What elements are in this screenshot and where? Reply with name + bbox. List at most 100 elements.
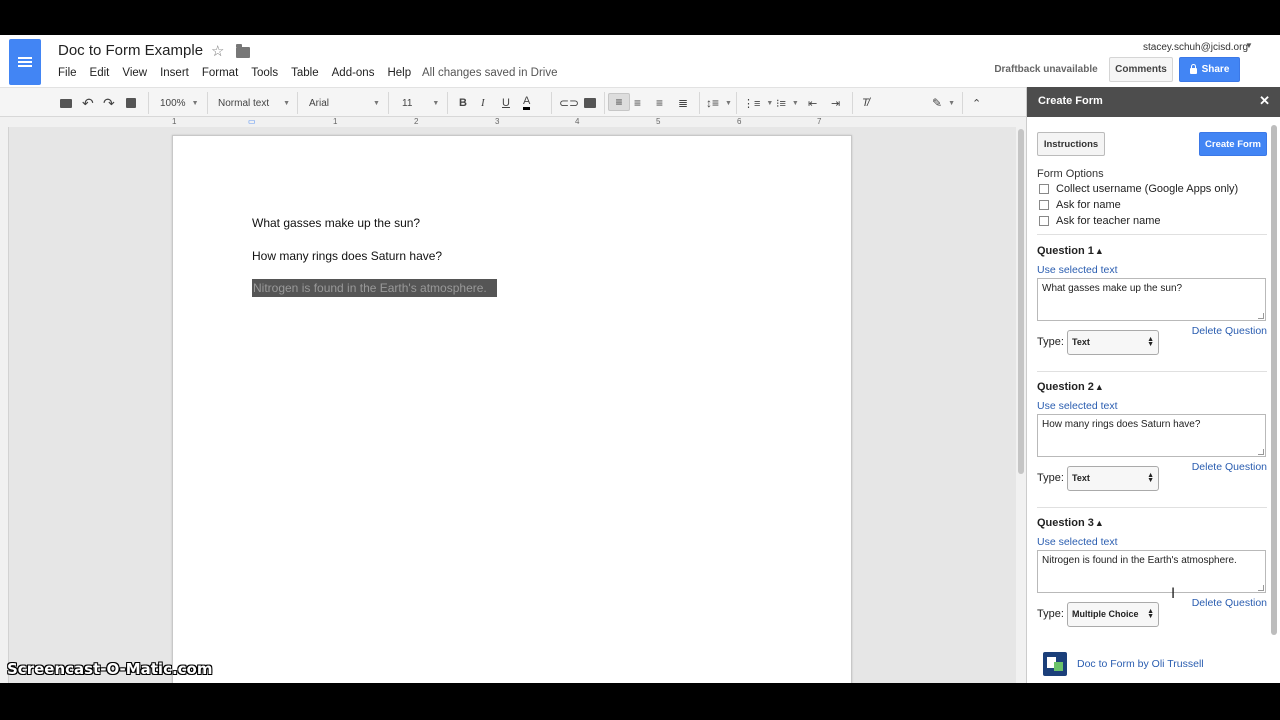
addon-logo-icon (1043, 652, 1067, 676)
menu-insert[interactable]: Insert (160, 67, 189, 79)
collapse-arrow-icon[interactable]: ▲ (1095, 382, 1104, 392)
option-ask-name[interactable]: Ask for name (1039, 199, 1121, 211)
clear-formatting-icon[interactable]: T̸ (862, 94, 869, 112)
zoom-select[interactable]: 100% ▼ (160, 94, 199, 112)
share-button[interactable]: Share (1179, 57, 1240, 82)
menu-table[interactable]: Table (291, 67, 319, 79)
sidebar-title: Create Form (1038, 95, 1103, 107)
question-text-field[interactable]: What gasses make up the sun? (1037, 278, 1266, 321)
undo-icon[interactable]: ↶ (82, 94, 94, 112)
align-justify-icon[interactable]: ≣ (678, 94, 688, 112)
document-page[interactable]: What gasses make up the sun? How many ri… (172, 135, 852, 683)
text-color-icon[interactable]: A (523, 94, 531, 110)
ruler-label: 7 (817, 117, 822, 126)
question-text-value: What gasses make up the sun? (1042, 283, 1183, 294)
save-status[interactable]: All changes saved in Drive (422, 67, 558, 79)
menu-tools[interactable]: Tools (251, 67, 278, 79)
document-scrollbar[interactable] (1016, 127, 1026, 683)
ruler[interactable]: 1 ▭ 1 2 3 4 5 6 7 (170, 117, 850, 127)
delete-question-link[interactable]: Delete Question (1192, 597, 1267, 609)
sidebar-header: Create Form ✕ (1027, 87, 1280, 117)
collapse-arrow-icon[interactable]: ▲ (1095, 246, 1104, 256)
form-options-label: Form Options (1037, 168, 1104, 180)
resize-grip-icon[interactable] (1258, 449, 1264, 455)
font-size-select[interactable]: 11 ▼ (402, 94, 439, 112)
numbered-list-icon[interactable]: ⋮≡ ▼ (743, 94, 773, 112)
document-title[interactable]: Doc to Form Example (58, 42, 203, 59)
star-icon[interactable]: ☆ (211, 42, 224, 60)
menu-help[interactable]: Help (387, 67, 411, 79)
use-selected-text-link[interactable]: Use selected text (1037, 536, 1267, 548)
font-select[interactable]: Arial ▼ (309, 94, 380, 112)
resize-grip-icon[interactable] (1258, 313, 1264, 319)
sidebar-scrollbar[interactable] (1271, 125, 1277, 635)
checkbox[interactable] (1039, 200, 1049, 210)
question-text-field[interactable]: Nitrogen is found in the Earth's atmosph… (1037, 550, 1266, 593)
italic-icon[interactable]: I (481, 94, 485, 112)
menu-add-ons[interactable]: Add-ons (332, 67, 375, 79)
type-label: Type: (1037, 608, 1064, 620)
document-canvas[interactable]: What gasses make up the sun? How many ri… (8, 127, 1026, 683)
checkbox[interactable] (1039, 184, 1049, 194)
print-icon[interactable] (60, 94, 72, 112)
question-title: Question 1 (1037, 245, 1094, 257)
option-label: Ask for teacher name (1056, 215, 1161, 227)
menu-view[interactable]: View (122, 67, 147, 79)
paragraph-1[interactable]: What gasses make up the sun? (252, 216, 420, 230)
increase-indent-icon[interactable]: ⇥ (831, 94, 840, 112)
ruler-indent-marker-icon[interactable]: ▭ (248, 117, 256, 126)
comment-icon[interactable] (584, 94, 596, 112)
collapse-arrow-icon[interactable]: ▲ (1095, 518, 1104, 528)
link-icon[interactable]: ⊂⊃ (559, 94, 579, 112)
instructions-button[interactable]: Instructions (1037, 132, 1105, 156)
question-type-select[interactable]: Multiple Choice ▲ ▼ (1067, 602, 1159, 627)
delete-question-link[interactable]: Delete Question (1192, 461, 1267, 473)
folder-icon[interactable] (236, 44, 250, 58)
decrease-indent-icon[interactable]: ⇤ (808, 94, 817, 112)
style-select[interactable]: Normal text ▼ (218, 94, 290, 112)
checkbox[interactable] (1039, 216, 1049, 226)
collapse-toolbar-icon[interactable]: ⌃ (972, 94, 981, 112)
account-email[interactable]: stacey.schuh@jcisd.org (1143, 42, 1248, 53)
close-icon[interactable]: ✕ (1259, 93, 1270, 109)
paint-format-icon[interactable] (126, 94, 136, 112)
option-ask-teacher[interactable]: Ask for teacher name (1039, 215, 1161, 227)
use-selected-text-link[interactable]: Use selected text (1037, 264, 1267, 276)
account-caret-icon[interactable]: ▼ (1245, 41, 1253, 50)
addon-credit-link[interactable]: Doc to Form by Oli Trussell (1077, 658, 1204, 670)
docs-home-icon[interactable] (9, 39, 41, 85)
question-text-field[interactable]: How many rings does Saturn have? (1037, 414, 1266, 457)
use-selected-text-link[interactable]: Use selected text (1037, 400, 1267, 412)
selected-paragraph-3[interactable]: Nitrogen is found in the Earth's atmosph… (252, 279, 497, 297)
option-collect-username[interactable]: Collect username (Google Apps only) (1039, 183, 1238, 195)
app-window: Doc to Form Example ☆ File Edit View Ins… (0, 35, 1280, 683)
select-arrows-icon: ▲ ▼ (1147, 608, 1154, 620)
zoom-value: 100% (160, 97, 186, 109)
align-right-icon[interactable]: ≡ (656, 94, 663, 112)
menu-file[interactable]: File (58, 67, 77, 79)
redo-icon[interactable]: ↷ (103, 94, 115, 112)
create-form-button[interactable]: Create Form (1199, 132, 1267, 156)
create-form-sidebar: Create Form ✕ Instructions Create Form F… (1026, 87, 1280, 683)
menu-edit[interactable]: Edit (90, 67, 110, 79)
bold-icon[interactable]: B (459, 94, 467, 112)
ruler-label: 1 (333, 117, 338, 126)
question-card: Question 3▲ Use selected text Nitrogen i… (1037, 517, 1267, 628)
document-scrollbar-thumb[interactable] (1018, 129, 1024, 474)
align-left-icon[interactable]: ≡ (608, 93, 630, 111)
resize-grip-icon[interactable] (1258, 585, 1264, 591)
underline-icon[interactable]: U (502, 94, 510, 112)
pen-icon[interactable]: ✎ ▼ (932, 94, 955, 112)
align-center-icon[interactable]: ≡ (634, 94, 641, 112)
menu-format[interactable]: Format (202, 67, 238, 79)
paragraph-2[interactable]: How many rings does Saturn have? (252, 249, 442, 263)
formatting-toolbar: ↶ ↷ 100% ▼ Normal text ▼ Arial ▼ 11 ▼ B I U … (0, 87, 1026, 117)
delete-question-link[interactable]: Delete Question (1192, 325, 1267, 337)
type-label: Type: (1037, 336, 1064, 348)
comments-button[interactable]: Comments (1109, 57, 1173, 82)
line-spacing-icon[interactable]: ↕≡ ▼ (706, 94, 732, 112)
share-label: Share (1201, 64, 1230, 75)
bulleted-list-icon[interactable]: ⁝≡ ▼ (776, 94, 799, 112)
question-type-select[interactable]: Text ▲ ▼ (1067, 466, 1159, 491)
question-type-select[interactable]: Text ▲ ▼ (1067, 330, 1159, 355)
